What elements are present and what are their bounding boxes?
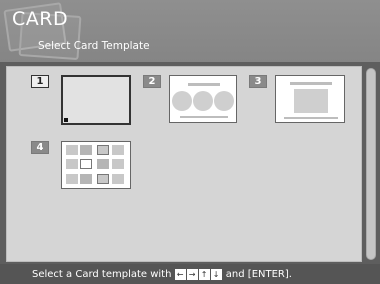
thumbnail-cell	[112, 145, 124, 155]
template-4[interactable]: 4	[31, 141, 135, 193]
template-1[interactable]: 1	[31, 75, 135, 133]
thumbnail-cell	[97, 159, 109, 169]
thumbnail-cell	[97, 145, 109, 155]
arrow-down-icon: ↓	[210, 268, 222, 280]
arrow-right-icon: →	[186, 268, 198, 280]
arrow-left-icon: ←	[174, 268, 186, 280]
template-3[interactable]: 3	[249, 75, 349, 133]
thumbnail-circle	[172, 91, 192, 111]
template-2[interactable]: 2	[143, 75, 239, 133]
template-number: 2	[143, 75, 161, 88]
thumbnail-circle	[193, 91, 213, 111]
template-thumbnail	[61, 141, 131, 189]
template-number: 3	[249, 75, 267, 88]
thumbnail-circle	[214, 91, 234, 111]
template-thumbnail	[61, 75, 131, 125]
thumbnail-cell	[80, 145, 92, 155]
vertical-scrollbar[interactable]	[366, 68, 376, 260]
template-number: 1	[31, 75, 49, 88]
app-title: CARD	[12, 8, 69, 30]
help-text-suffix: and [ENTER].	[222, 268, 292, 280]
corner-marker-icon	[64, 118, 68, 122]
thumbnail-cell	[97, 174, 109, 184]
thumbnail-line	[180, 116, 228, 118]
thumbnail-cell	[66, 174, 78, 184]
thumbnail-cell	[112, 174, 124, 184]
thumbnail-line	[284, 117, 338, 119]
thumbnail-cell	[66, 159, 78, 169]
thumbnail-cell	[66, 145, 78, 155]
thumbnail-cell	[112, 159, 124, 169]
thumbnail-cell	[80, 174, 92, 184]
thumbnail-line	[290, 82, 332, 85]
template-thumbnail	[169, 75, 237, 123]
help-text-prefix: Select a Card template with	[32, 268, 175, 280]
arrow-up-icon: ↑	[198, 268, 210, 280]
header: CARD Select Card Template	[0, 0, 380, 62]
template-number: 4	[31, 141, 49, 154]
template-thumbnail	[275, 75, 345, 123]
help-bar: Select a Card template with ← → ↑ ↓ and …	[0, 264, 380, 284]
template-panel: 1 2 3 4	[6, 66, 362, 262]
thumbnail-line	[188, 83, 220, 86]
thumbnail-picture	[294, 89, 328, 113]
thumbnail-cell	[80, 159, 92, 169]
page-subtitle: Select Card Template	[38, 40, 150, 52]
